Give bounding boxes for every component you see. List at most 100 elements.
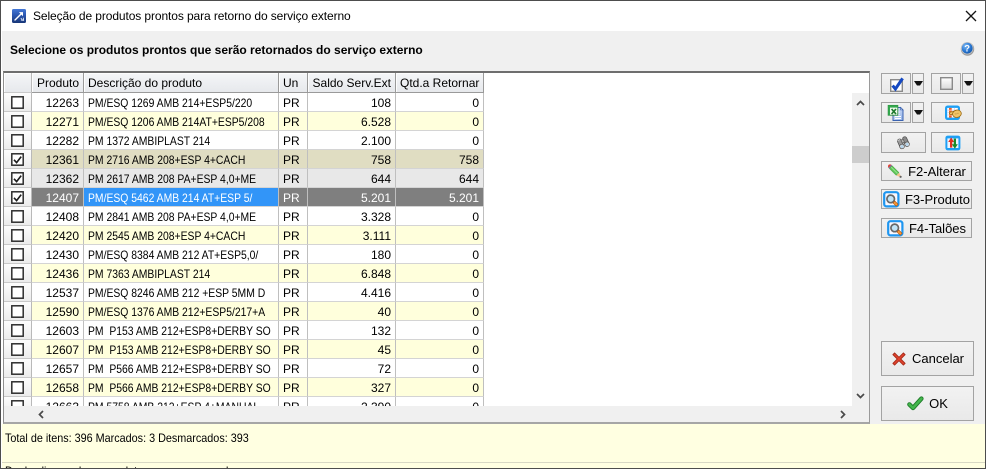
help-button[interactable]: ? [960,41,975,56]
checkbox-unchecked-icon[interactable] [11,362,24,375]
cell-saldo[interactable]: 6.848 [308,264,396,283]
table-row[interactable]: 12271PM/ESQ 1206 AMB 214AT+ESP5/208PR6.5… [4,112,484,131]
cell-un[interactable]: PR [279,340,308,359]
cell-saldo[interactable]: 2.100 [308,131,396,150]
cell-descricao[interactable]: PM/ESQ 8384 AMB 212 AT+ESP5,0/ [84,245,279,264]
mark-all-button[interactable] [881,73,911,94]
row-checkbox-cell[interactable] [4,397,32,406]
cell-descricao[interactable]: PM P153 AMB 212+ESP8+DERBY SO [84,321,279,340]
cell-saldo[interactable]: 4.416 [308,283,396,302]
f3-produto-button[interactable]: F3-Produto [881,189,972,209]
f4-taloes-button[interactable]: F4-Talões [881,218,972,238]
cell-un[interactable]: PR [279,283,308,302]
cell-descricao[interactable]: PM P153 AMB 212+ESP8+DERBY SO [84,340,279,359]
table-row[interactable]: 12282PM 1372 AMBIPLAST 214PR2.1000 [4,131,484,150]
cell-qtd[interactable]: 0 [396,302,484,321]
excel-export-button[interactable] [881,102,911,123]
cell-saldo[interactable]: 2.390 [308,397,396,406]
row-checkbox-cell[interactable] [4,226,32,245]
scroll-left-icon[interactable] [37,410,46,419]
cell-produto[interactable]: 12407 [32,188,84,207]
cell-descricao[interactable]: PM/ESQ 1269 AMB 214+ESP5/220 [84,93,279,112]
cell-un[interactable]: PR [279,112,308,131]
close-button[interactable] [958,5,984,27]
cell-qtd[interactable]: 758 [396,150,484,169]
cell-saldo[interactable]: 45 [308,340,396,359]
column-header-un[interactable]: Un [279,73,308,93]
cell-produto[interactable]: 12657 [32,359,84,378]
cell-un[interactable]: PR [279,321,308,340]
cell-un[interactable]: PR [279,302,308,321]
select-columns-button[interactable] [931,102,974,123]
cell-un[interactable]: PR [279,226,308,245]
row-checkbox-cell[interactable] [4,169,32,188]
table-row[interactable]: 12407PM/ESQ 5462 AMB 214 AT+ESP 5/PR5.20… [4,188,484,207]
column-header-qtd[interactable]: Qtd.a Retornar [396,73,484,93]
cell-produto[interactable]: 12537 [32,283,84,302]
cell-saldo[interactable]: 3.111 [308,226,396,245]
row-checkbox-cell[interactable] [4,283,32,302]
cell-produto[interactable]: 12420 [32,226,84,245]
cell-un[interactable]: PR [279,188,308,207]
ok-button[interactable]: OK [881,386,974,421]
checkbox-unchecked-icon[interactable] [11,229,24,242]
cell-saldo[interactable]: 5.201 [308,188,396,207]
cell-saldo[interactable]: 3.328 [308,207,396,226]
table-row[interactable]: 12263PM/ESQ 1269 AMB 214+ESP5/220PR1080 [4,93,484,112]
cell-saldo[interactable]: 758 [308,150,396,169]
checkbox-unchecked-icon[interactable] [11,286,24,299]
cell-produto[interactable]: 12663 [32,397,84,406]
cell-un[interactable]: PR [279,131,308,150]
checkbox-unchecked-icon[interactable] [11,248,24,261]
cell-qtd[interactable]: 644 [396,169,484,188]
row-checkbox-cell[interactable] [4,93,32,112]
cell-un[interactable]: PR [279,169,308,188]
vertical-scroll-thumb[interactable] [852,146,869,163]
unmark-menu-button[interactable] [962,73,974,94]
checkbox-unchecked-icon[interactable] [11,115,24,128]
scroll-right-icon[interactable] [838,410,847,419]
cell-produto[interactable]: 12361 [32,150,84,169]
checkbox-unchecked-icon[interactable] [11,324,24,337]
row-checkbox-cell[interactable] [4,207,32,226]
cell-produto[interactable]: 12282 [32,131,84,150]
table-row[interactable]: 12361PM 2716 AMB 208+ESP 4+CACHPR758758 [4,150,484,169]
column-header-saldo[interactable]: Saldo Serv.Ext [308,73,396,93]
cell-un[interactable]: PR [279,378,308,397]
cell-saldo[interactable]: 40 [308,302,396,321]
scroll-down-icon[interactable] [856,391,865,400]
cell-qtd[interactable]: 0 [396,245,484,264]
cell-qtd[interactable]: 0 [396,378,484,397]
cell-descricao[interactable]: PM/ESQ 8246 AMB 212 +ESP 5MM D [84,283,279,302]
row-checkbox-cell[interactable] [4,302,32,321]
cell-qtd[interactable]: 0 [396,321,484,340]
cell-qtd[interactable]: 0 [396,207,484,226]
cell-un[interactable]: PR [279,397,308,406]
table-row[interactable]: 12537PM/ESQ 8246 AMB 212 +ESP 5MM DPR4.4… [4,283,484,302]
row-checkbox-cell[interactable] [4,340,32,359]
scroll-up-icon[interactable] [856,99,865,108]
sort-button[interactable] [931,132,974,153]
row-checkbox-cell[interactable] [4,150,32,169]
cell-saldo[interactable]: 6.528 [308,112,396,131]
cancel-button[interactable]: Cancelar [881,341,974,376]
cell-saldo[interactable]: 72 [308,359,396,378]
checkbox-unchecked-icon[interactable] [11,210,24,223]
cell-descricao[interactable]: PM P566 AMB 212+ESP8+DERBY SO [84,359,279,378]
cell-descricao[interactable]: PM 5758 AMB 212+ESP 4+MANUAL [84,397,279,406]
table-row[interactable]: 12436PM 7363 AMBIPLAST 214PR6.8480 [4,264,484,283]
checkbox-checked-icon[interactable] [11,191,24,204]
row-checkbox-cell[interactable] [4,188,32,207]
checkbox-unchecked-icon[interactable] [11,343,24,356]
excel-menu-button[interactable] [912,102,924,123]
table-row[interactable]: 12603PM P153 AMB 212+ESP8+DERBY SOPR1320 [4,321,484,340]
cell-qtd[interactable]: 0 [396,226,484,245]
cell-qtd[interactable]: 0 [396,93,484,112]
table-row[interactable]: 12658PM P566 AMB 212+ESP8+DERBY SOPR3270 [4,378,484,397]
checkbox-checked-icon[interactable] [11,172,24,185]
table-row[interactable]: 12420PM 2545 AMB 208+ESP 4+CACHPR3.1110 [4,226,484,245]
cell-descricao[interactable]: PM 2716 AMB 208+ESP 4+CACH [84,150,279,169]
cell-produto[interactable]: 12436 [32,264,84,283]
table-row[interactable]: 12657PM P566 AMB 212+ESP8+DERBY SOPR720 [4,359,484,378]
cell-qtd[interactable]: 0 [396,264,484,283]
